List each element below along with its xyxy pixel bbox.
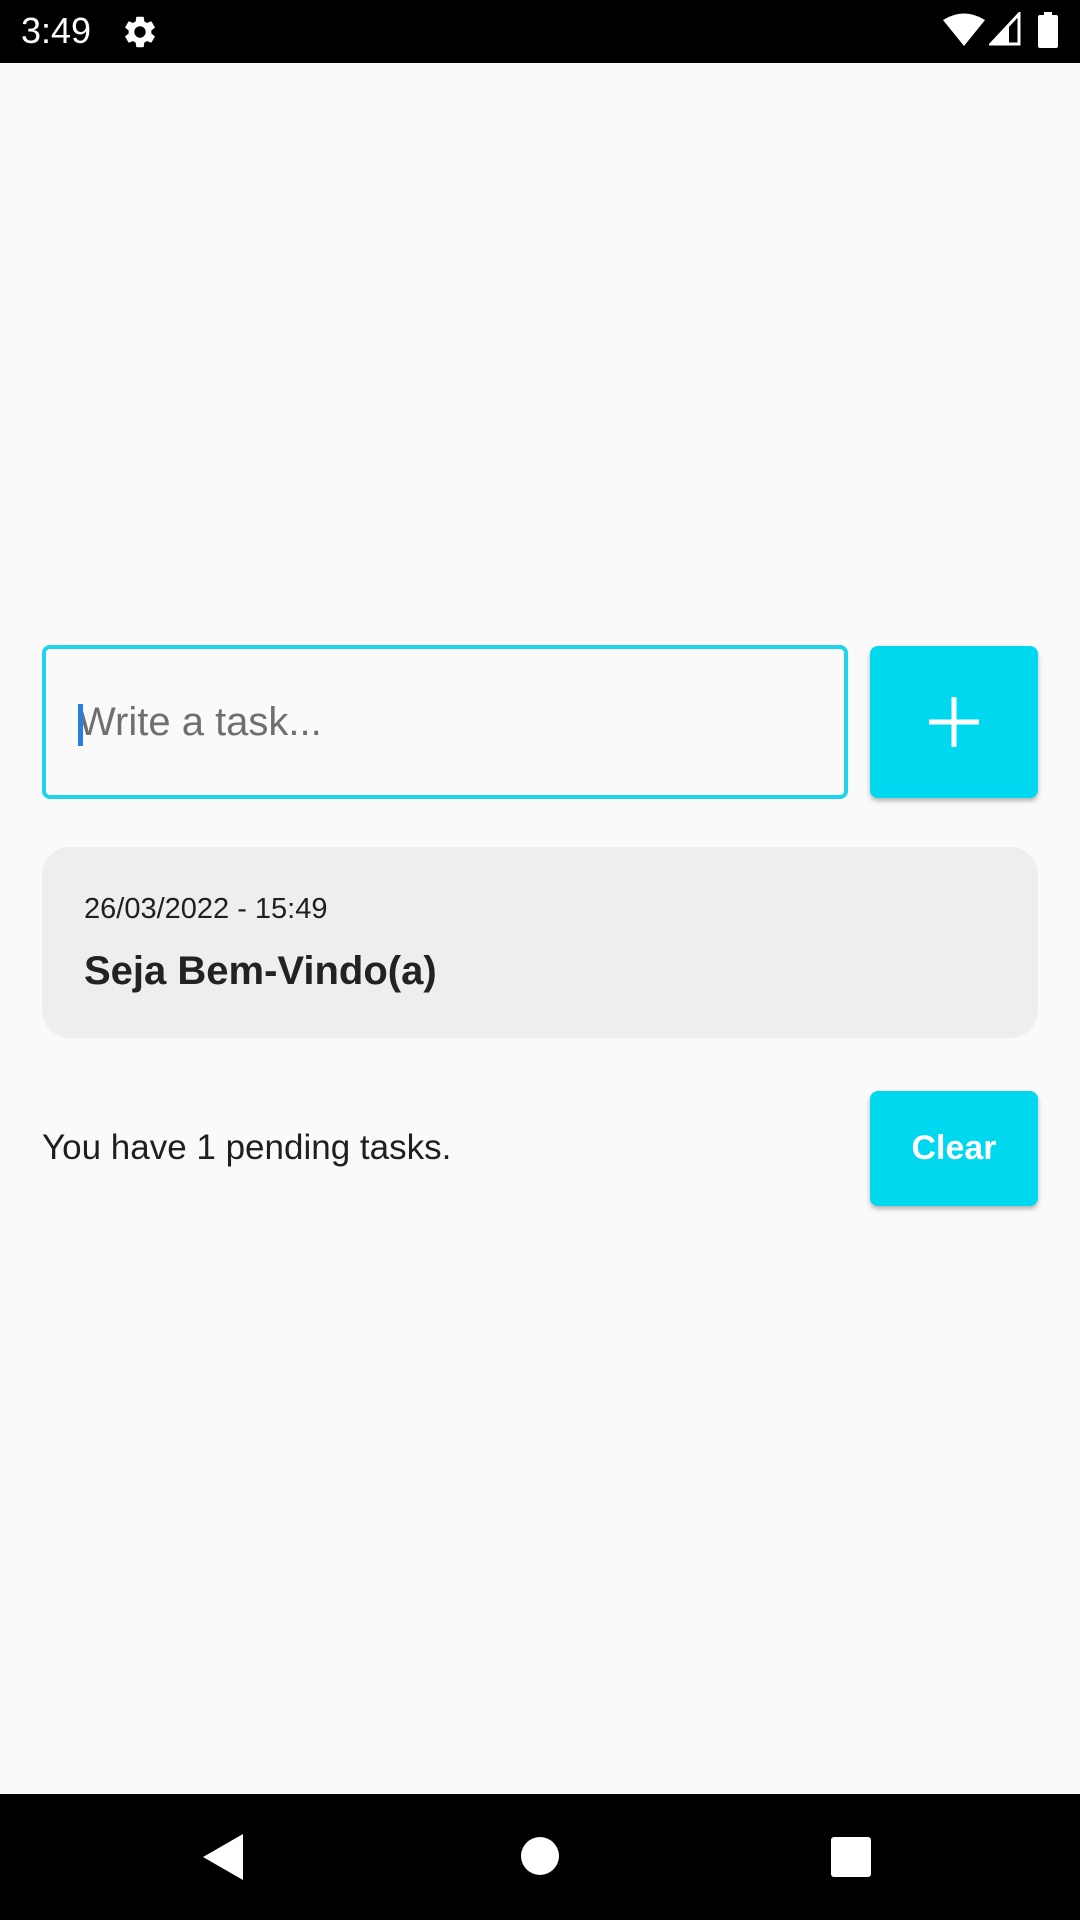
app-screen: 3:49 26/03/2022 - 15:49 Seja Bem-Vindo(a… — [0, 0, 1080, 1920]
battery-icon — [1038, 12, 1058, 48]
text-caret — [78, 704, 83, 746]
plus-icon — [929, 697, 979, 747]
gear-icon — [125, 16, 155, 48]
task-card[interactable]: 26/03/2022 - 15:49 Seja Bem-Vindo(a) — [42, 847, 1038, 1038]
cell-signal-icon — [989, 12, 1021, 46]
status-bar: 3:49 — [0, 0, 1080, 63]
status-time: 3:49 — [21, 10, 92, 51]
task-date: 26/03/2022 - 15:49 — [84, 893, 328, 925]
navigation-bar — [0, 1794, 1080, 1920]
recents-icon[interactable] — [830, 1836, 872, 1878]
task-input[interactable] — [46, 649, 844, 795]
back-icon[interactable] — [203, 1834, 245, 1880]
task-title: Seja Bem-Vindo(a) — [84, 949, 437, 993]
pending-tasks-count: You have 1 pending tasks. — [42, 1128, 452, 1167]
wifi-icon — [943, 13, 985, 46]
add-task-button[interactable] — [870, 646, 1038, 798]
task-input-container — [42, 645, 848, 799]
home-icon[interactable] — [520, 1836, 560, 1876]
clear-button[interactable]: Clear — [870, 1091, 1038, 1206]
